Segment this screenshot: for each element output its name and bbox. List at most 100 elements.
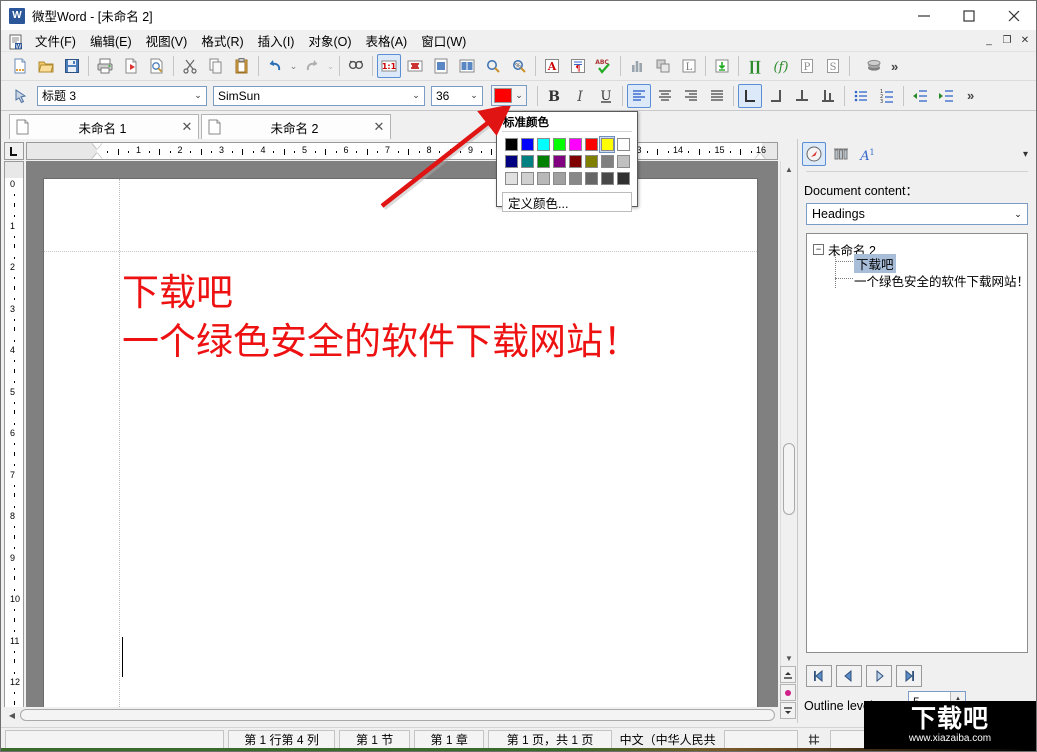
zoom-percent-icon[interactable]: % xyxy=(507,54,531,78)
color-swatch-ff0000[interactable] xyxy=(584,137,598,152)
find-icon[interactable] xyxy=(344,54,368,78)
mdi-restore-button[interactable]: ❐ xyxy=(998,32,1016,49)
scroll-up-button[interactable]: ▲ xyxy=(781,161,797,177)
menu-edit[interactable]: 编辑(E) xyxy=(83,29,139,52)
color-swatch-ffff00[interactable] xyxy=(599,136,615,153)
horizontal-scrollbar[interactable]: ◀ ▶ xyxy=(4,707,778,723)
chart-icon[interactable] xyxy=(625,54,649,78)
underline-button[interactable]: U xyxy=(594,84,618,108)
chevron-down-icon[interactable]: ⌄ xyxy=(190,90,206,101)
redo-dropdown-arrow[interactable]: ⌄ xyxy=(325,61,336,72)
redo-icon[interactable] xyxy=(300,54,324,78)
color-swatch-008000[interactable] xyxy=(536,154,550,169)
navigator-icon[interactable] xyxy=(802,142,826,166)
styles-icon[interactable]: A1 xyxy=(856,142,880,166)
function-icon[interactable]: (f) xyxy=(769,54,793,78)
valign-baseline-icon[interactable] xyxy=(816,84,840,108)
vertical-scrollbar[interactable]: ▲ ▼ xyxy=(780,161,796,706)
color-swatch-00ffff[interactable] xyxy=(536,137,550,152)
align-center-icon[interactable] xyxy=(653,84,677,108)
columns-icon[interactable] xyxy=(829,142,853,166)
valign-middle-icon[interactable] xyxy=(790,84,814,108)
menu-insert[interactable]: 插入(I) xyxy=(251,29,302,52)
color-swatch-a0a0a0[interactable] xyxy=(552,171,566,186)
cursor-arrow-icon[interactable] xyxy=(8,84,32,108)
panel-menu-chevron-icon[interactable]: ▾ xyxy=(1023,149,1028,160)
color-swatch-d0d0d0[interactable] xyxy=(520,171,534,186)
cut-icon[interactable] xyxy=(178,54,202,78)
picture-frame-icon[interactable]: P xyxy=(795,54,819,78)
first-icon[interactable] xyxy=(806,665,832,687)
color-swatch-ffffff[interactable] xyxy=(616,137,630,152)
menu-format[interactable]: 格式(R) xyxy=(194,29,250,52)
font-color-button[interactable]: ⌄ xyxy=(491,85,527,106)
print-icon[interactable] xyxy=(93,54,117,78)
label-icon[interactable]: L xyxy=(677,54,701,78)
document-tab-2[interactable]: 未命名 2 ✕ xyxy=(201,114,391,139)
menu-table[interactable]: 表格(A) xyxy=(359,29,415,52)
tree-expander[interactable]: − xyxy=(813,244,824,255)
last-icon[interactable] xyxy=(896,665,922,687)
paragraph-mark-icon[interactable]: ¶ xyxy=(566,54,590,78)
color-swatch-484848[interactable] xyxy=(600,171,614,186)
increase-indent-icon[interactable] xyxy=(934,84,958,108)
document-canvas[interactable]: 下载吧 一个绿色安全的软件下载网站！ xyxy=(26,161,778,721)
document-content-select[interactable]: Headings ⌄ xyxy=(806,203,1028,225)
color-swatch-grid[interactable] xyxy=(497,132,637,189)
document-outline-tree[interactable]: − 未命名 2 下载吧 一个绿色安全的软件下载网站！ xyxy=(806,233,1028,653)
document-text[interactable]: 下载吧 一个绿色安全的软件下载网站！ xyxy=(122,269,722,367)
color-swatch-c0c0c0[interactable] xyxy=(616,154,630,169)
spellcheck-icon[interactable]: ABC xyxy=(592,54,616,78)
fit-width-icon[interactable] xyxy=(403,54,427,78)
download-object-icon[interactable] xyxy=(710,54,734,78)
scroll-left-button[interactable]: ◀ xyxy=(4,707,20,723)
new-document-icon[interactable] xyxy=(8,54,32,78)
minimize-button[interactable] xyxy=(901,1,946,30)
browse-next-button[interactable] xyxy=(780,702,796,719)
valign-bottom-icon[interactable] xyxy=(764,84,788,108)
font-combo[interactable]: SimSun ⌄ xyxy=(213,85,425,106)
color-swatch-666666[interactable] xyxy=(584,171,598,186)
chevron-down-icon[interactable]: ⌄ xyxy=(466,90,482,101)
undo-icon[interactable] xyxy=(263,54,287,78)
align-justify-icon[interactable] xyxy=(705,84,729,108)
bold-button[interactable]: B xyxy=(542,84,566,108)
menu-object[interactable]: 对象(O) xyxy=(301,29,358,52)
chevron-down-icon[interactable]: ⌄ xyxy=(1009,209,1027,220)
copy-icon[interactable] xyxy=(204,54,228,78)
font-size-combo[interactable]: 36 ⌄ xyxy=(431,85,483,106)
select-browse-object-button[interactable] xyxy=(780,684,796,701)
menu-view[interactable]: 视图(V) xyxy=(139,29,195,52)
horizontal-ruler[interactable]: 12345678910111213141516 xyxy=(26,142,778,160)
color-swatch-000000[interactable] xyxy=(504,137,518,152)
export-pdf-icon[interactable] xyxy=(119,54,143,78)
italic-button[interactable]: I xyxy=(568,84,592,108)
scroll-down-button[interactable]: ▼ xyxy=(781,650,797,666)
toolbar-overflow-button[interactable]: » xyxy=(887,59,902,74)
next-icon[interactable] xyxy=(866,665,892,687)
mdi-minimize-button[interactable]: _ xyxy=(980,32,998,49)
color-swatch-0000ff[interactable] xyxy=(520,137,534,152)
two-page-view-icon[interactable] xyxy=(455,54,479,78)
format-toolbar-overflow-button[interactable]: » xyxy=(963,88,978,103)
align-left-icon[interactable] xyxy=(627,83,651,108)
color-swatch-b8b8b8[interactable] xyxy=(536,171,550,186)
color-swatch-e0e0e0[interactable] xyxy=(504,171,518,186)
document-page[interactable]: 下载吧 一个绿色安全的软件下载网站！ xyxy=(43,178,758,721)
browse-previous-button[interactable] xyxy=(780,666,796,683)
zoom-in-icon[interactable] xyxy=(481,54,505,78)
menu-file[interactable]: 文件(F) xyxy=(28,29,83,52)
print-preview-icon[interactable] xyxy=(145,54,169,78)
horizontal-scroll-track[interactable] xyxy=(20,707,775,723)
undo-dropdown-arrow[interactable]: ⌄ xyxy=(288,61,299,72)
color-swatch-888888[interactable] xyxy=(568,171,582,186)
color-swatch-00ff00[interactable] xyxy=(552,137,566,152)
zoom-100-icon[interactable]: 1:1 xyxy=(377,54,401,78)
page-view-icon[interactable] xyxy=(429,54,453,78)
color-swatch-303030[interactable] xyxy=(616,171,630,186)
maximize-button[interactable] xyxy=(946,1,991,30)
document-tab-1[interactable]: 未命名 1 ✕ xyxy=(9,114,199,139)
numbered-list-icon[interactable]: 123 xyxy=(875,84,899,108)
bullet-list-icon[interactable] xyxy=(849,84,873,108)
style-combo[interactable]: 标题 3 ⌄ xyxy=(37,85,207,106)
